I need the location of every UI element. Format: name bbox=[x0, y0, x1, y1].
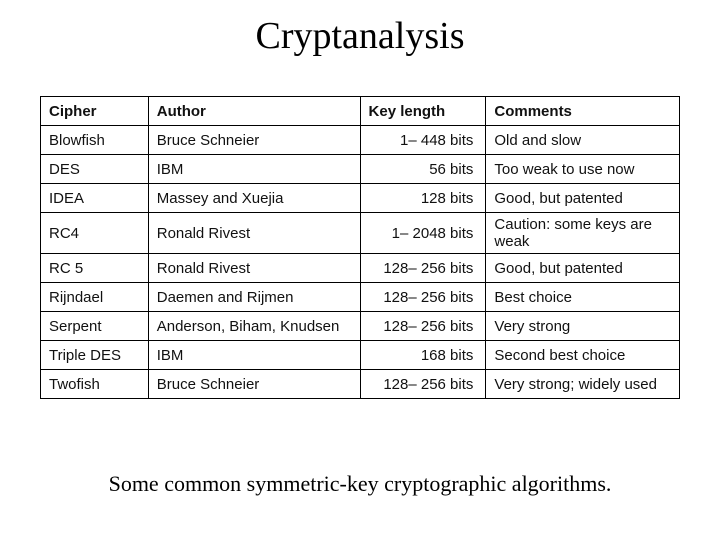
table-row: RC4 Ronald Rivest 1– 2048 bits Caution: … bbox=[41, 213, 680, 254]
cell-comments: Good, but patented bbox=[486, 254, 680, 283]
caption: Some common symmetric-key cryptographic … bbox=[0, 471, 720, 497]
cell-comments: Very strong bbox=[486, 312, 680, 341]
table-row: Twofish Bruce Schneier 128– 256 bits Ver… bbox=[41, 370, 680, 399]
cell-keylen: 128– 256 bits bbox=[360, 312, 486, 341]
cell-keylen: 128– 256 bits bbox=[360, 283, 486, 312]
cell-comments: Best choice bbox=[486, 283, 680, 312]
col-header-cipher: Cipher bbox=[41, 97, 149, 126]
cell-keylen: 1– 448 bits bbox=[360, 126, 486, 155]
cell-author: Bruce Schneier bbox=[148, 370, 360, 399]
table-row: Serpent Anderson, Biham, Knudsen 128– 25… bbox=[41, 312, 680, 341]
cipher-table: Cipher Author Key length Comments Blowfi… bbox=[40, 96, 680, 399]
table-row: RC 5 Ronald Rivest 128– 256 bits Good, b… bbox=[41, 254, 680, 283]
cell-keylen: 128– 256 bits bbox=[360, 254, 486, 283]
slide: Cryptanalysis Cipher Author Key length C… bbox=[0, 14, 720, 554]
cell-keylen: 56 bits bbox=[360, 155, 486, 184]
cell-keylen: 1– 2048 bits bbox=[360, 213, 486, 254]
cell-comments: Second best choice bbox=[486, 341, 680, 370]
cell-cipher: RC 5 bbox=[41, 254, 149, 283]
cell-cipher: DES bbox=[41, 155, 149, 184]
cell-cipher: IDEA bbox=[41, 184, 149, 213]
cell-author: Ronald Rivest bbox=[148, 213, 360, 254]
cell-comments: Good, but patented bbox=[486, 184, 680, 213]
cell-keylen: 168 bits bbox=[360, 341, 486, 370]
cell-comments: Too weak to use now bbox=[486, 155, 680, 184]
cell-comments: Caution: some keys are weak bbox=[486, 213, 680, 254]
cell-author: Massey and Xuejia bbox=[148, 184, 360, 213]
cell-author: Anderson, Biham, Knudsen bbox=[148, 312, 360, 341]
table-header-row: Cipher Author Key length Comments bbox=[41, 97, 680, 126]
cell-cipher: Blowfish bbox=[41, 126, 149, 155]
cell-cipher: Twofish bbox=[41, 370, 149, 399]
cipher-table-container: Cipher Author Key length Comments Blowfi… bbox=[40, 96, 680, 399]
col-header-comments: Comments bbox=[486, 97, 680, 126]
table-row: Blowfish Bruce Schneier 1– 448 bits Old … bbox=[41, 126, 680, 155]
cell-author: IBM bbox=[148, 341, 360, 370]
cell-cipher: RC4 bbox=[41, 213, 149, 254]
cell-cipher: Rijndael bbox=[41, 283, 149, 312]
cell-author: IBM bbox=[148, 155, 360, 184]
col-header-keylen: Key length bbox=[360, 97, 486, 126]
cell-keylen: 128– 256 bits bbox=[360, 370, 486, 399]
table-row: Triple DES IBM 168 bits Second best choi… bbox=[41, 341, 680, 370]
cell-comments: Very strong; widely used bbox=[486, 370, 680, 399]
table-row: Rijndael Daemen and Rijmen 128– 256 bits… bbox=[41, 283, 680, 312]
cell-author: Daemen and Rijmen bbox=[148, 283, 360, 312]
cell-comments: Old and slow bbox=[486, 126, 680, 155]
col-header-author: Author bbox=[148, 97, 360, 126]
table-row: IDEA Massey and Xuejia 128 bits Good, bu… bbox=[41, 184, 680, 213]
cell-cipher: Serpent bbox=[41, 312, 149, 341]
cell-cipher: Triple DES bbox=[41, 341, 149, 370]
cell-author: Ronald Rivest bbox=[148, 254, 360, 283]
cell-author: Bruce Schneier bbox=[148, 126, 360, 155]
cell-keylen: 128 bits bbox=[360, 184, 486, 213]
table-row: DES IBM 56 bits Too weak to use now bbox=[41, 155, 680, 184]
page-title: Cryptanalysis bbox=[0, 14, 720, 58]
